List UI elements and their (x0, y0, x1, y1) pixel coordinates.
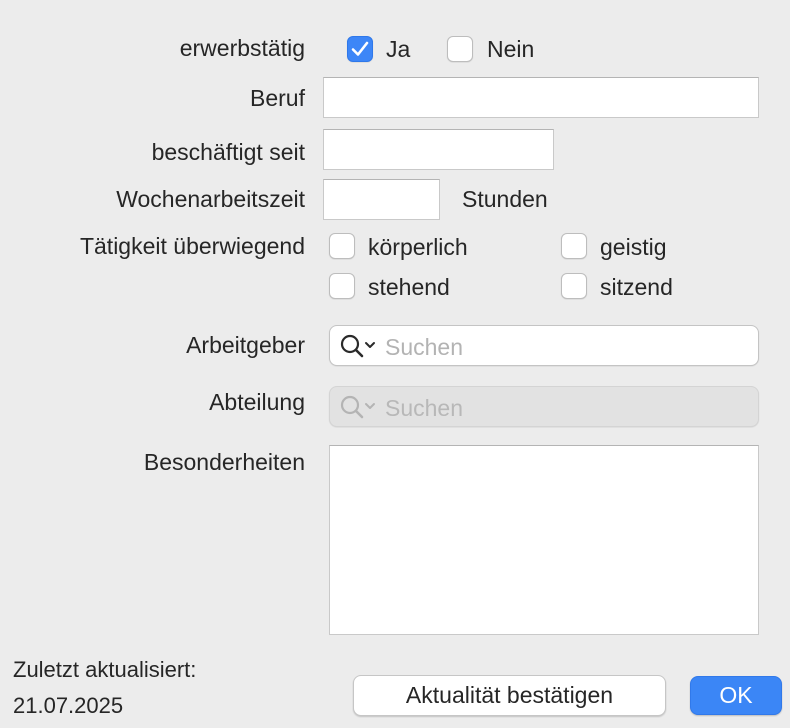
employer-search-placeholder: Suchen (385, 334, 464, 360)
employed-no-checkbox[interactable] (447, 36, 473, 62)
employed-since-label: beschäftigt seit (151, 139, 305, 165)
activity-sitting-checkbox[interactable] (561, 273, 587, 299)
employed-no-label: Nein (487, 36, 535, 62)
job-field[interactable] (323, 77, 759, 118)
employed-yes-checkbox[interactable] (347, 36, 373, 62)
department-search-placeholder: Suchen (385, 395, 464, 421)
notes-label: Besonderheiten (143, 449, 305, 475)
activity-sitting-label: sitzend (600, 274, 673, 300)
department-search-field: Suchen (329, 386, 759, 427)
checkmark-icon (351, 41, 369, 56)
employer-label: Arbeitgeber (186, 332, 305, 358)
search-icon (340, 395, 375, 419)
employed-yes-label: Ja (386, 36, 411, 62)
weekly-hours-label: Wochenarbeitszeit (116, 186, 305, 212)
weekly-hours-field[interactable] (323, 179, 440, 220)
notes-textarea[interactable] (329, 445, 759, 635)
employer-search-field[interactable]: Suchen (329, 325, 759, 366)
activity-label: Tätigkeit überwiegend (79, 233, 305, 259)
weekly-hours-unit: Stunden (462, 186, 548, 212)
activity-mental-label: geistig (600, 234, 667, 260)
activity-standing-label: stehend (368, 274, 450, 300)
last-updated-label: Zuletzt aktualisiert: (13, 657, 197, 682)
confirm-currency-button[interactable]: Aktualität bestätigen (353, 675, 666, 716)
job-label: Beruf (250, 85, 305, 111)
last-updated-date: 21.07.2025 (13, 693, 124, 718)
department-label: Abteilung (209, 389, 305, 415)
activity-physical-label: körperlich (368, 234, 468, 260)
search-icon (340, 334, 375, 358)
ok-button[interactable]: OK (690, 676, 782, 715)
activity-mental-checkbox[interactable] (561, 233, 587, 259)
employed-since-field[interactable] (323, 129, 554, 170)
employed-label: erwerbstätig (179, 35, 305, 61)
activity-standing-checkbox[interactable] (329, 273, 355, 299)
activity-physical-checkbox[interactable] (329, 233, 355, 259)
